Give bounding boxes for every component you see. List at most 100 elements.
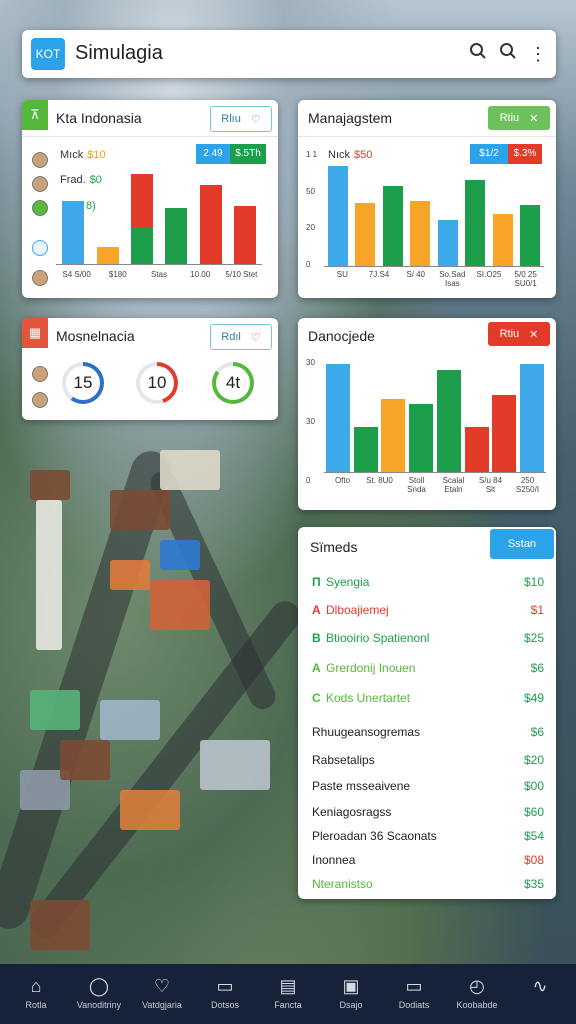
bar — [130, 227, 153, 264]
search-icon[interactable] — [497, 42, 519, 66]
card-action-button[interactable]: Rdıl ♡ — [210, 324, 272, 350]
item-value: $6 — [530, 725, 544, 739]
y-tick-label: 20 — [306, 223, 315, 233]
item-value: $6 — [530, 661, 544, 675]
item-marker: A — [312, 603, 321, 617]
bar — [327, 166, 348, 266]
x-tick-label: 250 S250/I — [515, 476, 540, 494]
list-item[interactable]: П Syengia — [312, 575, 542, 595]
gauge-value: 4t — [216, 366, 250, 400]
x-tick-label: Scalal Etaln — [442, 476, 465, 494]
bar — [492, 395, 517, 472]
chart-icon: ▦ — [22, 318, 48, 348]
card-action-button[interactable]: Rtiu ✕ — [488, 106, 550, 130]
card-action-button[interactable]: Rlıu ♡ — [210, 106, 272, 132]
bar — [437, 220, 458, 266]
list-item[interactable]: Keniagosragss — [312, 805, 542, 825]
bar — [62, 200, 85, 264]
item-label: Syengia — [326, 575, 370, 589]
card-title: Sïmeds — [310, 539, 358, 555]
item-value: $54 — [523, 829, 544, 843]
nav-label: Dsajo — [339, 1000, 363, 1010]
item-value: $20 — [523, 753, 544, 767]
x-tick-label: St. 8U0 — [366, 476, 393, 485]
chart-icon: ⊼ — [22, 100, 48, 130]
more-icon[interactable]: ⋮ — [527, 42, 549, 66]
button-label: Rlıu — [221, 113, 241, 125]
gauge-value: 10 — [140, 366, 174, 400]
item-label: Rhuugeansogremas — [312, 725, 421, 739]
x-tick-label: S/ 40 — [406, 270, 425, 279]
list-item[interactable]: A Dlboajiemej — [312, 603, 542, 623]
nav-label: Vanoditriny — [76, 1000, 122, 1010]
app-logo[interactable]: KOT — [31, 38, 65, 70]
nav-item[interactable]: ◴ Koobabde — [445, 964, 509, 1024]
list-item[interactable]: Inonnea — [312, 853, 542, 873]
bar — [130, 173, 153, 228]
nav-item[interactable]: ∿ — [508, 964, 572, 1024]
list-item[interactable]: C Kods Unertartet — [312, 691, 542, 711]
button-label: Rdıl — [221, 331, 241, 343]
x-axis-ticks: Ofto St. 8U0 Stoll Snda Scalal Etaln S/u 84 … — [324, 476, 546, 502]
list-item[interactable]: B Btiooirio Spatienonl — [312, 631, 542, 651]
card-kta-indonasia: ⊼ Kta Indonasia Rlıu ♡ Mıck $10 Frad. $0 8… — [22, 100, 278, 298]
item-value: $08 — [523, 853, 544, 867]
list-item[interactable]: Paste msseaivene — [312, 779, 542, 799]
y-tick-label: 50 — [306, 186, 315, 196]
avatar — [32, 392, 48, 408]
avatar — [32, 366, 48, 382]
gauge: 10 — [136, 362, 178, 404]
bar — [436, 370, 461, 472]
nav-item[interactable]: ▭ Dotsos — [193, 964, 257, 1024]
item-label: Keniagosragss — [312, 805, 392, 819]
nav-item[interactable]: ⌂ Rotla — [4, 964, 68, 1024]
nav-label: Vatdgjaria — [142, 1000, 182, 1010]
item-label: Pleroadan 36 Scaonats — [312, 829, 437, 843]
bar — [382, 186, 403, 266]
nav-item[interactable]: ▤ Fancta — [256, 964, 320, 1024]
item-label: Nteranistso — [312, 877, 373, 891]
circle-icon: ◯ — [88, 976, 110, 996]
item-label: Grerdonij Inouen — [326, 661, 416, 675]
button-label: Rtiu — [499, 112, 520, 124]
item-label: Kods Unertartet — [326, 691, 411, 705]
x-tick-label: $180 — [108, 270, 127, 279]
compass-icon: ◴ — [469, 976, 485, 996]
card-action-button[interactable]: Rtiu ✕ — [488, 322, 550, 346]
card-action-button[interactable]: Sstan — [490, 529, 554, 559]
item-label: Rabsetalips — [312, 753, 375, 767]
bar — [165, 208, 188, 264]
list-item[interactable]: A Grerdonij Inouen — [312, 661, 542, 681]
search-icon[interactable] — [467, 42, 489, 66]
close-icon[interactable]: ✕ — [529, 112, 538, 125]
list-item[interactable]: Nteranistso — [312, 877, 542, 897]
legend-item: Mıck $10 — [60, 149, 106, 161]
bar — [233, 206, 256, 264]
nav-item[interactable]: ◯ Vanoditriny — [67, 964, 131, 1024]
document-icon: ▤ — [279, 976, 297, 996]
item-marker: B — [312, 631, 321, 645]
metric-tag: $1/2 — [470, 144, 508, 164]
nav-item[interactable]: ▣ Dsajo — [319, 964, 383, 1024]
x-tick-label: SU — [336, 270, 348, 279]
x-tick-label: S/u 84 Slt — [478, 476, 503, 494]
card-title: Manajagstem — [308, 110, 393, 126]
item-label: Btiooirio Spatienonl — [326, 631, 430, 645]
card-mosnelnacia: ▦ Mosnelnacia Rdıl ♡ 15 10 4t — [22, 318, 278, 420]
avatar — [32, 240, 48, 256]
button-label: Rtiu — [499, 328, 520, 340]
bar — [465, 180, 486, 266]
list-item[interactable]: Rabsetalips — [312, 753, 542, 773]
nav-item[interactable]: ▭ Dodiats — [382, 964, 446, 1024]
item-value: $49 — [523, 691, 544, 705]
bottom-navigation: ⌂ Rotla ◯ Vanoditriny ♡ Vatdgjaria ▭ Dotsos ▤ Fan… — [0, 964, 576, 1024]
chart-icon: ∿ — [532, 976, 548, 996]
item-value: $1 — [530, 603, 544, 617]
list-item[interactable]: Rhuugeansogremas — [312, 725, 542, 745]
item-marker: C — [312, 691, 321, 705]
item-marker: П — [312, 575, 321, 589]
close-icon[interactable]: ✕ — [529, 328, 538, 341]
nav-item[interactable]: ♡ Vatdgjaria — [130, 964, 194, 1024]
list-item[interactable]: Pleroadan 36 Scaonats — [312, 829, 542, 849]
home-icon: ⌂ — [30, 976, 42, 996]
